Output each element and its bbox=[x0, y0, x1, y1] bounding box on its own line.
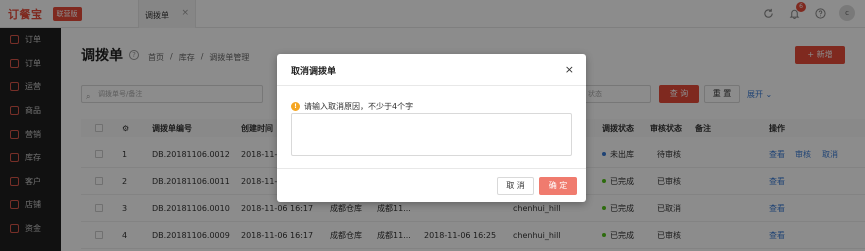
reason-textarea[interactable] bbox=[291, 113, 572, 156]
warning-icon: ! bbox=[291, 102, 300, 111]
dialog-header: 取消调拨单 × bbox=[277, 54, 586, 86]
dialog-footer: 取 消 确 定 bbox=[277, 168, 586, 202]
cancel-button[interactable]: 取 消 bbox=[497, 177, 534, 195]
confirm-button[interactable]: 确 定 bbox=[539, 177, 577, 195]
reason-hint: ! 请输入取消原因，不少于4个字 bbox=[291, 101, 413, 112]
close-icon[interactable]: × bbox=[565, 63, 574, 76]
cancel-transfer-dialog: 取消调拨单 × ! 请输入取消原因，不少于4个字 取 消 确 定 bbox=[277, 54, 586, 202]
dialog-title: 取消调拨单 bbox=[291, 67, 337, 77]
reason-hint-text: 请输入取消原因，不少于4个字 bbox=[304, 102, 414, 111]
